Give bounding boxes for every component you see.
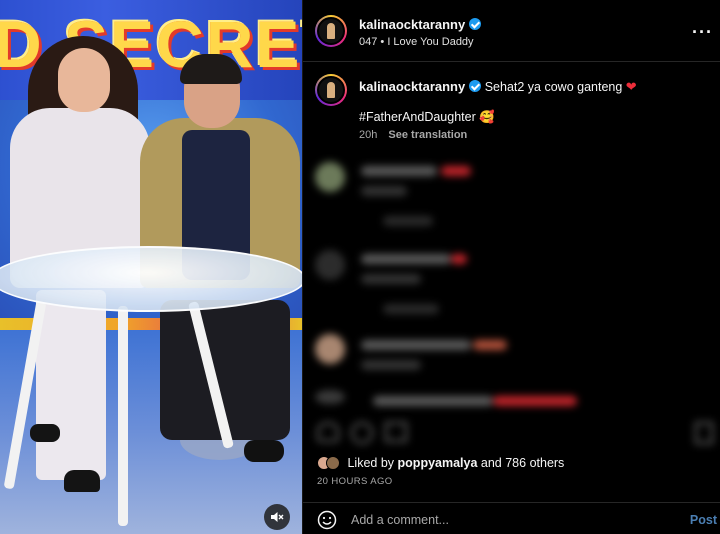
verified-icon [469,80,482,92]
emoji-icon[interactable] [317,510,337,530]
caption-text: Sehat2 ya cowo ganteng [484,80,623,94]
username[interactable]: kalinaocktaranny [359,17,465,32]
comment-text [441,166,471,176]
comment-meta [383,216,433,226]
comment-meta [361,360,421,370]
man-shoe [244,440,284,462]
comment-avatar [315,334,345,364]
mute-button[interactable] [264,504,290,530]
verified-icon [469,18,482,30]
heart-emoji: ❤ [625,79,637,94]
comment-avatar [315,250,345,280]
post-comment-button[interactable]: Post [690,513,717,527]
liker-avatar [326,456,340,470]
speaker-muted-icon [271,512,284,522]
comment-text [361,340,471,350]
post-sidebar: kalinaocktaranny 047 • I Love You Daddy … [302,0,720,534]
post-timestamp: 20 HOURS AGO [317,476,393,487]
smiling-face-emoji: 🥰 [479,110,495,124]
avatar[interactable] [315,15,347,47]
share-icon[interactable] [385,422,407,442]
comment-input[interactable]: Add a comment... [351,513,449,527]
comment-meta [361,186,407,196]
woman-legs [36,290,106,480]
post-photo[interactable]: D SECRET [0,0,302,534]
more-options-icon[interactable]: ··· [692,22,713,43]
likes-summary[interactable]: Liked by poppyamalya and 786 others [317,456,564,470]
table-leg [118,306,128,526]
glass-table [0,246,302,312]
post-header: kalinaocktaranny 047 • I Love You Daddy … [303,0,720,62]
post-age: 20h [359,129,378,141]
action-bar [303,412,720,452]
heart-icon[interactable] [317,422,339,442]
comment-text [361,254,451,264]
comment-meta [361,274,421,284]
hashtag[interactable]: #FatherAndDaughter [359,110,476,124]
comment-text [473,340,507,350]
comment-text [361,166,437,176]
comment-text [451,254,467,264]
comment-icon[interactable] [351,422,373,444]
comment-meta [383,304,439,314]
comment-avatar [315,162,345,192]
likes-user[interactable]: poppyamalya [398,456,478,470]
likes-prefix: Liked by [347,456,395,470]
woman-shoe [30,424,60,442]
audio-track[interactable]: 047 • I Love You Daddy [359,36,474,48]
woman-shoe [64,470,100,492]
bookmark-icon[interactable] [695,422,713,444]
comment-bar: Add a comment... Post [303,502,720,534]
caption-username[interactable]: kalinaocktaranny [359,79,465,94]
comment-avatar [315,390,345,404]
comment-text [373,396,493,406]
avatar[interactable] [315,74,347,106]
woman-face [58,48,110,112]
likes-suffix[interactable]: and 786 others [481,456,564,470]
comment-text [493,396,577,406]
see-translation-link[interactable]: See translation [388,129,467,141]
